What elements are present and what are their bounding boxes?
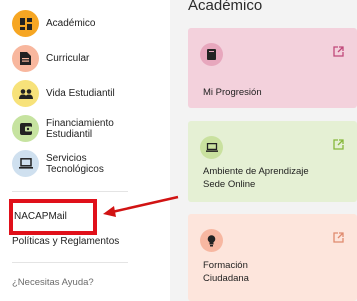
sidebar-item-servicios-tecnologicos[interactable]: Servicios Tecnológicos [12,150,126,177]
divider [12,262,128,263]
card-title: Ambiente de Aprendizaje Sede Online [203,166,309,190]
sidebar-item-label: Vida Estudiantil [46,88,115,99]
policies-link[interactable]: Políticas y Reglamentos [12,236,119,247]
help-link[interactable]: ¿Necesitas Ayuda? [12,277,94,288]
grid-icon [12,10,39,37]
sidebar-item-vida-estudiantil[interactable]: Vida Estudiantil [12,80,115,107]
laptop-icon [12,150,39,177]
card-ambiente-aprendizaje[interactable]: Ambiente de Aprendizaje Sede Online [188,121,357,202]
annotation-highlight-box [9,199,97,235]
card-title: Mi Progresión [203,87,262,98]
external-link-icon[interactable] [333,44,344,62]
external-link-icon[interactable] [333,230,344,248]
lightbulb-icon [200,229,223,252]
annotation-arrow-icon [103,195,179,217]
sidebar-item-label: Financiamiento Estudiantil [46,117,114,140]
sidebar: Académico Curricular Vida Estudiantil Fi… [0,0,170,301]
main-content: Académico Mi Progresión Ambiente de Apre… [170,0,357,301]
sidebar-item-academico[interactable]: Académico [12,10,95,37]
sidebar-item-label: Servicios Tecnológicos [46,152,104,175]
external-link-icon[interactable] [333,137,344,155]
sidebar-item-label: Curricular [46,53,90,64]
sidebar-item-financiamiento[interactable]: Financiamiento Estudiantil [12,115,126,142]
people-icon [12,80,39,107]
divider [12,191,128,192]
sidebar-item-curricular[interactable]: Curricular [12,45,89,72]
page-title: Académico [188,0,263,14]
card-title: Formación Ciudadana [203,260,249,284]
book-icon [200,43,223,66]
card-formacion-ciudadana[interactable]: Formación Ciudadana [188,214,357,301]
money-icon [12,115,39,142]
sidebar-item-label: Académico [46,18,96,29]
document-icon [12,45,39,72]
laptop-icon [200,136,223,159]
card-mi-progresion[interactable]: Mi Progresión [188,28,357,108]
